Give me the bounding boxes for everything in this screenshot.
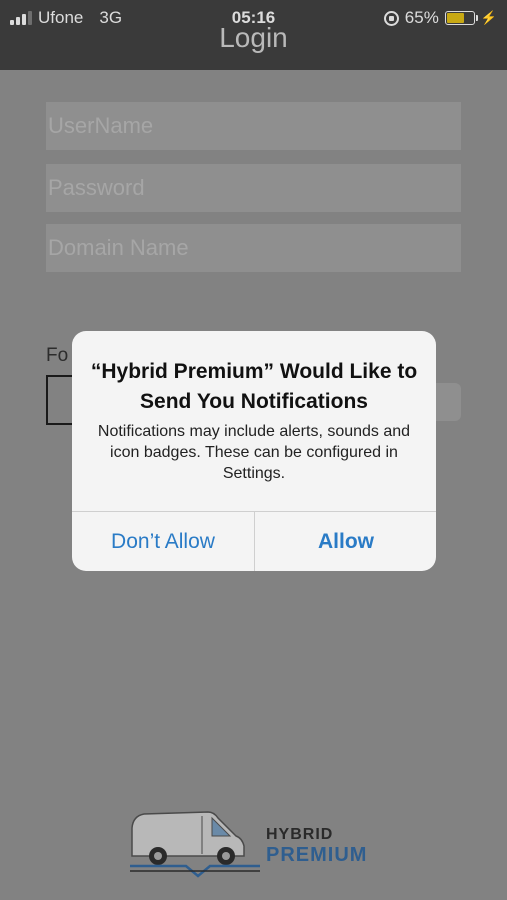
battery-icon [444, 11, 478, 25]
notification-permission-alert: “Hybrid Premium” Would Like to Send You … [72, 331, 436, 571]
battery-fill [446, 13, 464, 23]
battery-percent: 65% [404, 8, 439, 27]
alert-message: Notifications may include alerts, sounds… [97, 423, 411, 482]
domain-field-container [46, 224, 461, 272]
charging-bolt-icon: ⚡ [480, 10, 497, 25]
username-input[interactable] [46, 102, 461, 150]
status-bar: Ufone 3G 05:16 65% ⚡ [0, 0, 507, 36]
domain-input[interactable] [46, 224, 461, 272]
username-field-container [46, 102, 461, 150]
van-icon [130, 811, 260, 878]
rotation-lock-icon [383, 10, 399, 26]
alert-title: “Hybrid Premium” Would Like to Send You … [90, 360, 418, 413]
logo-text-hybrid: HYBRID [266, 826, 334, 843]
dont-allow-button[interactable]: Don’t Allow [72, 512, 254, 571]
allow-button[interactable]: Allow [255, 512, 436, 571]
logo-text-premium: PREMIUM [266, 844, 368, 866]
password-input[interactable] [46, 164, 461, 212]
app-logo: HYBRID PREMIUM [130, 808, 390, 883]
password-field-container [46, 164, 461, 212]
forgot-label: Fo [46, 345, 69, 366]
status-right: 65% ⚡ [383, 8, 497, 28]
